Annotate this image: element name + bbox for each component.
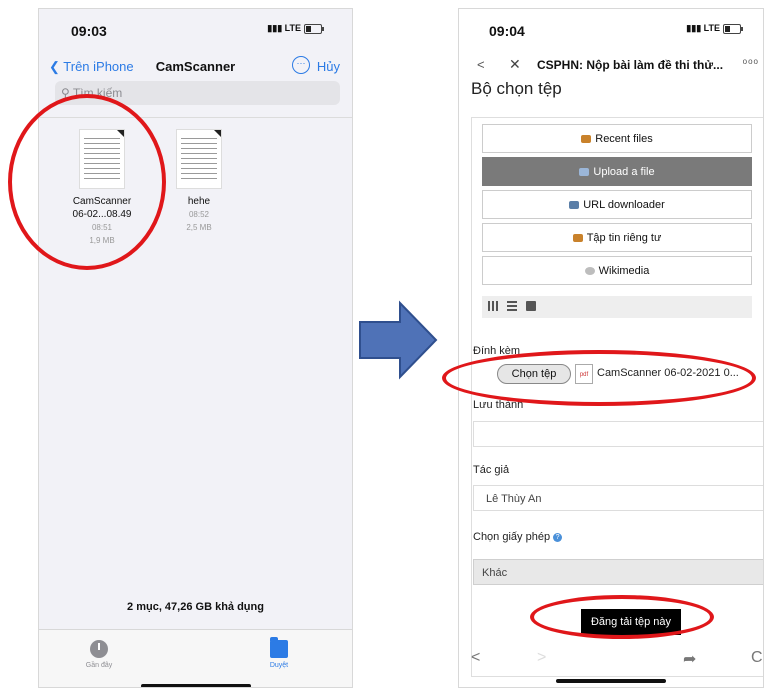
tab-recents[interactable]: Gần đây (69, 640, 129, 669)
clock-icon (90, 640, 108, 658)
tab-browse[interactable]: Duyệt (249, 637, 309, 669)
annotation-circle-file (8, 94, 166, 270)
repo-label: URL downloader (583, 199, 665, 211)
help-icon[interactable]: ? (553, 532, 563, 542)
back-button[interactable]: ❮ Trên iPhone (49, 59, 134, 75)
signal-indicator: ▮▮▮ LTE (267, 23, 324, 34)
wikimedia-icon (584, 267, 595, 276)
share-icon[interactable]: ➦ (683, 649, 696, 669)
tab-label: Gần đây (85, 662, 113, 669)
license-label: Chọn giấy phép? (473, 531, 563, 543)
list-view-icon[interactable] (507, 301, 517, 311)
repo-upload-file[interactable]: Upload a file (482, 157, 752, 186)
author-input[interactable]: Lê Thùy An (473, 485, 763, 511)
browser-nav-bar: < ✕ CSPHN: Nộp bài làm đề thi thử... ooo (459, 53, 763, 79)
repo-label: Wikimedia (598, 265, 650, 277)
files-nav-bar: ❮ Trên iPhone CamScanner ··· Hủy (39, 53, 352, 83)
folder-icon (270, 637, 288, 658)
document-thumbnail (176, 129, 222, 189)
annotation-circle-choose-file (442, 350, 756, 406)
file-item-hehe[interactable]: hehe 08:52 2,5 MB (154, 129, 244, 234)
storage-summary: 2 mục, 47,26 GB khả dụng (127, 601, 264, 613)
home-indicator (140, 684, 251, 687)
back-label: Trên iPhone (63, 59, 134, 74)
close-icon[interactable]: ✕ (509, 56, 521, 73)
more-options-icon[interactable]: ··· (292, 56, 310, 74)
signal-icon: ▮▮▮ (686, 23, 704, 33)
repo-label: Upload a file (593, 166, 655, 178)
status-bar: 09:04 ▮▮▮ LTE (459, 9, 763, 49)
status-bar: 09:03 ▮▮▮ LTE (39, 9, 352, 49)
battery-icon (723, 23, 743, 34)
file-name: hehe (187, 196, 211, 207)
view-toolbar (482, 296, 752, 318)
tab-label: Duyệt (269, 662, 289, 669)
file-time: 08:52 (188, 210, 210, 219)
more-icon[interactable]: ooo (743, 57, 759, 66)
network-type: LTE (703, 23, 720, 33)
network-type: LTE (284, 23, 301, 33)
tab-bar: Gần đây Duyệt (39, 629, 352, 687)
right-arrow-icon (359, 300, 438, 380)
folder-view-icon[interactable] (526, 301, 536, 311)
repo-recent-files[interactable]: Recent files (482, 124, 752, 153)
license-select[interactable]: Khác (473, 559, 763, 585)
reload-icon[interactable]: C (751, 649, 763, 667)
author-label: Tác giả (473, 464, 510, 476)
status-time: 09:03 (71, 23, 107, 39)
repo-private-files[interactable]: Tập tin riêng tư (482, 223, 752, 252)
chevron-left-icon: ❮ (49, 59, 64, 74)
repo-url-downloader[interactable]: URL downloader (482, 190, 752, 219)
signal-icon: ▮▮▮ (267, 23, 285, 33)
repo-label: Tập tin riêng tư (586, 232, 662, 244)
page-title: CSPHN: Nộp bài làm đề thi thử... (537, 58, 724, 72)
cancel-button[interactable]: Hủy (317, 59, 340, 74)
file-size: 2,5 MB (186, 223, 212, 232)
license-label-text: Chọn giấy phép (473, 531, 551, 543)
right-phone-screenshot: 09:04 ▮▮▮ LTE < ✕ CSPHN: Nộp bài làm đề … (458, 8, 764, 688)
file-picker-heading: Bộ chọn tệp (471, 79, 562, 98)
upload-icon (579, 168, 590, 177)
private-files-icon (572, 234, 583, 243)
status-time: 09:04 (489, 23, 525, 39)
save-as-input[interactable] (473, 421, 763, 447)
url-downloader-icon (569, 201, 580, 210)
home-indicator (556, 679, 666, 683)
browser-back-icon[interactable]: < (471, 649, 480, 667)
repo-label: Recent files (595, 133, 653, 145)
grid-view-icon[interactable] (488, 301, 498, 311)
battery-icon (304, 23, 324, 34)
annotation-circle-upload (530, 595, 714, 639)
browser-bottom-bar: < > ➦ C (459, 645, 763, 675)
signal-indicator: ▮▮▮ LTE (686, 23, 743, 34)
recent-files-icon (581, 135, 592, 144)
browser-forward-icon[interactable]: > (537, 649, 546, 667)
chevron-left-icon[interactable]: < (477, 57, 485, 72)
repo-wikimedia[interactable]: Wikimedia (482, 256, 752, 285)
